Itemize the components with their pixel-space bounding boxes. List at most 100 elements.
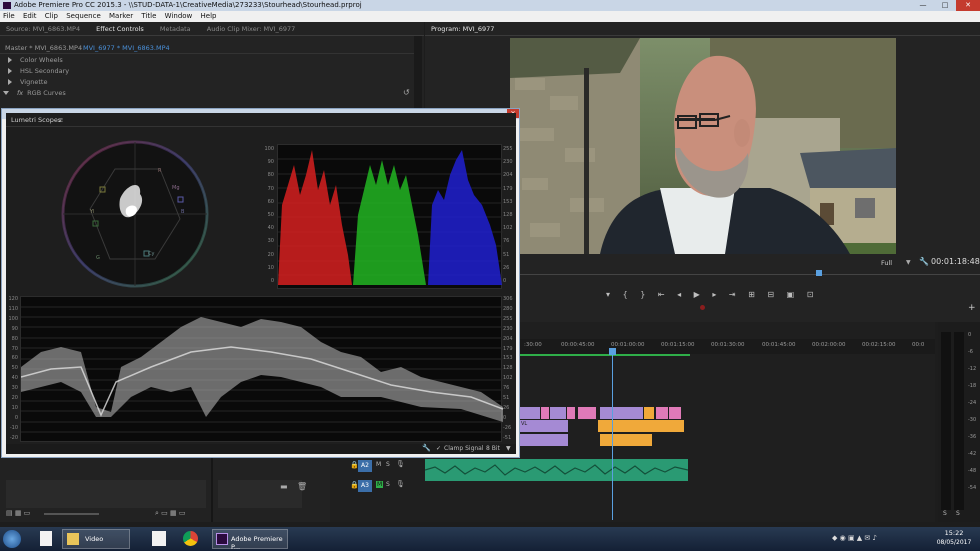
play-icon[interactable]: ▶ [694, 290, 700, 299]
video-clip[interactable] [567, 407, 575, 419]
master-clip-label[interactable]: Master * MVI_6863.MP4 [5, 44, 82, 52]
list-view-icon[interactable]: ▤ ▦ ▭ [6, 509, 30, 517]
effect-controls-scrollbar[interactable] [414, 36, 422, 110]
video-clip[interactable] [578, 407, 596, 419]
mic-icon[interactable]: 🎙 [396, 460, 405, 468]
reset-icon[interactable]: ↺ [403, 88, 410, 97]
project-tools-icons[interactable]: ⌕ ▭ ▦ ▭ [155, 509, 185, 518]
fx-label: fx [17, 89, 24, 97]
track-a3-label[interactable]: A3 [358, 480, 372, 492]
menu-help[interactable]: Help [198, 11, 220, 22]
trash-icon[interactable]: 🗑 [297, 482, 307, 491]
add-button-icon[interactable]: + [968, 303, 976, 313]
color-wheels-row[interactable]: Color Wheels [8, 55, 63, 66]
video-clip[interactable] [518, 407, 540, 419]
mark-in-icon[interactable]: { [623, 290, 628, 299]
sequence-clip-label[interactable]: MVI_6977 * MVI_6863.MP4 [83, 44, 170, 52]
insert-icon[interactable]: ⊞ [748, 290, 755, 299]
mini-timeline[interactable] [510, 274, 980, 275]
video-clip[interactable] [541, 407, 549, 419]
go-to-out-icon[interactable]: ⇥ [729, 290, 736, 299]
playhead-handle[interactable] [609, 348, 616, 355]
step-forward-icon[interactable]: ▸ [712, 290, 716, 299]
menu-sequence[interactable]: Sequence [63, 11, 104, 22]
tab-effect-controls[interactable]: Effect Controls [96, 23, 144, 35]
axis-tick: 26 [503, 404, 510, 411]
new-bin-icon[interactable]: ▬ [280, 482, 288, 491]
go-to-in-icon[interactable]: ⇤ [658, 290, 665, 299]
mark-out-icon[interactable]: } [640, 290, 645, 299]
video-clip-labeled[interactable]: VL [520, 420, 568, 432]
solo-left-button[interactable]: S [943, 510, 947, 517]
scopes-settings-wrench-icon[interactable]: 🔧 [422, 444, 431, 452]
audio-clip-a2[interactable] [424, 459, 689, 481]
minimize-button[interactable]: — [912, 0, 934, 11]
video-clip[interactable] [550, 407, 566, 419]
hsl-secondary-row[interactable]: HSL Secondary [8, 66, 69, 77]
tab-source[interactable]: Source: MVI_6863.MP4 [6, 23, 80, 35]
mute-a3[interactable]: M [376, 481, 384, 488]
menu-title[interactable]: Title [138, 11, 159, 22]
solo-a2[interactable]: S [386, 461, 390, 468]
menu-clip[interactable]: Clip [42, 11, 61, 22]
clock-date[interactable]: 08/05/2017 [934, 539, 974, 546]
export-frame-icon[interactable]: ▣ [787, 290, 795, 299]
program-timecode[interactable]: 00:01:18:48 [931, 257, 980, 266]
mic-icon[interactable]: 🎙 [396, 480, 405, 488]
program-monitor-title[interactable]: Program: MVI_6977 [431, 23, 494, 35]
record-indicator-icon [700, 305, 705, 310]
video-clip[interactable] [644, 407, 654, 419]
tab-metadata[interactable]: Metadata [160, 23, 191, 35]
track-a2-label[interactable]: A2 [358, 460, 372, 472]
wrench-icon[interactable]: 🔧 [919, 257, 929, 266]
marker-icon[interactable]: ▾ [606, 290, 610, 299]
axis-tick: 153 [503, 198, 513, 205]
tab-audio-clip-mixer[interactable]: Audio Clip Mixer: MVI_6977 [207, 23, 296, 35]
mute-a2[interactable]: M [376, 461, 381, 468]
ruler-label: 00:0 [912, 342, 925, 348]
video-clip[interactable] [600, 434, 652, 446]
solo-right-button[interactable]: S [956, 510, 960, 517]
video-clip[interactable] [598, 420, 684, 432]
video-clip[interactable] [600, 407, 612, 419]
button-editor-icon[interactable]: ⊡ [807, 290, 814, 299]
scopes-menu-icon[interactable]: ≡ [58, 116, 63, 124]
expand-arrow-icon[interactable] [8, 79, 12, 85]
menu-edit[interactable]: Edit [20, 11, 40, 22]
mini-playhead[interactable] [816, 270, 822, 276]
collapse-arrow-icon[interactable] [3, 91, 9, 95]
bit-depth-select[interactable]: 8 Bit [486, 445, 500, 452]
video-clip[interactable] [613, 407, 643, 419]
expand-arrow-icon[interactable] [8, 57, 12, 63]
menu-window[interactable]: Window [162, 11, 196, 22]
document-icon-2[interactable] [152, 531, 166, 546]
bit-depth-dropdown-icon[interactable]: ▼ [506, 445, 511, 452]
clamp-signal-checkbox[interactable]: ✓ [436, 445, 441, 452]
video-clip[interactable] [520, 434, 568, 446]
taskbar-video-folder[interactable]: Video [62, 529, 130, 549]
document-icon[interactable] [40, 531, 52, 546]
menu-marker[interactable]: Marker [106, 11, 136, 22]
overwrite-icon[interactable]: ⊟ [767, 290, 774, 299]
clock-time[interactable]: 15:22 [934, 529, 974, 537]
menu-file[interactable]: File [0, 11, 18, 22]
expand-arrow-icon[interactable] [8, 68, 12, 74]
zoom-dropdown-icon[interactable]: ▼ [906, 259, 911, 266]
video-clip[interactable] [656, 407, 668, 419]
maximize-button[interactable]: □ [934, 0, 956, 11]
taskbar-premiere[interactable]: Adobe Premiere P... [212, 529, 288, 551]
start-button-icon[interactable] [3, 530, 21, 548]
close-button[interactable]: ✕ [956, 0, 980, 11]
rgb-curves-row[interactable]: fx RGB Curves [3, 88, 66, 99]
meter-tick: 0 [968, 332, 972, 338]
axis-tick: 40 [11, 375, 18, 382]
system-tray-icons[interactable]: ◆ ◉ ▣ ▲ ✉ ♪ [832, 534, 877, 542]
vignette-row[interactable]: Vignette [8, 77, 47, 88]
timeline-playhead[interactable] [612, 348, 613, 520]
solo-a3[interactable]: S [386, 481, 390, 488]
zoom-select[interactable]: Full [881, 259, 892, 267]
video-clip[interactable] [669, 407, 681, 419]
step-back-icon[interactable]: ◂ [677, 290, 681, 299]
zoom-slider[interactable] [44, 513, 99, 515]
chrome-icon[interactable] [183, 531, 198, 546]
